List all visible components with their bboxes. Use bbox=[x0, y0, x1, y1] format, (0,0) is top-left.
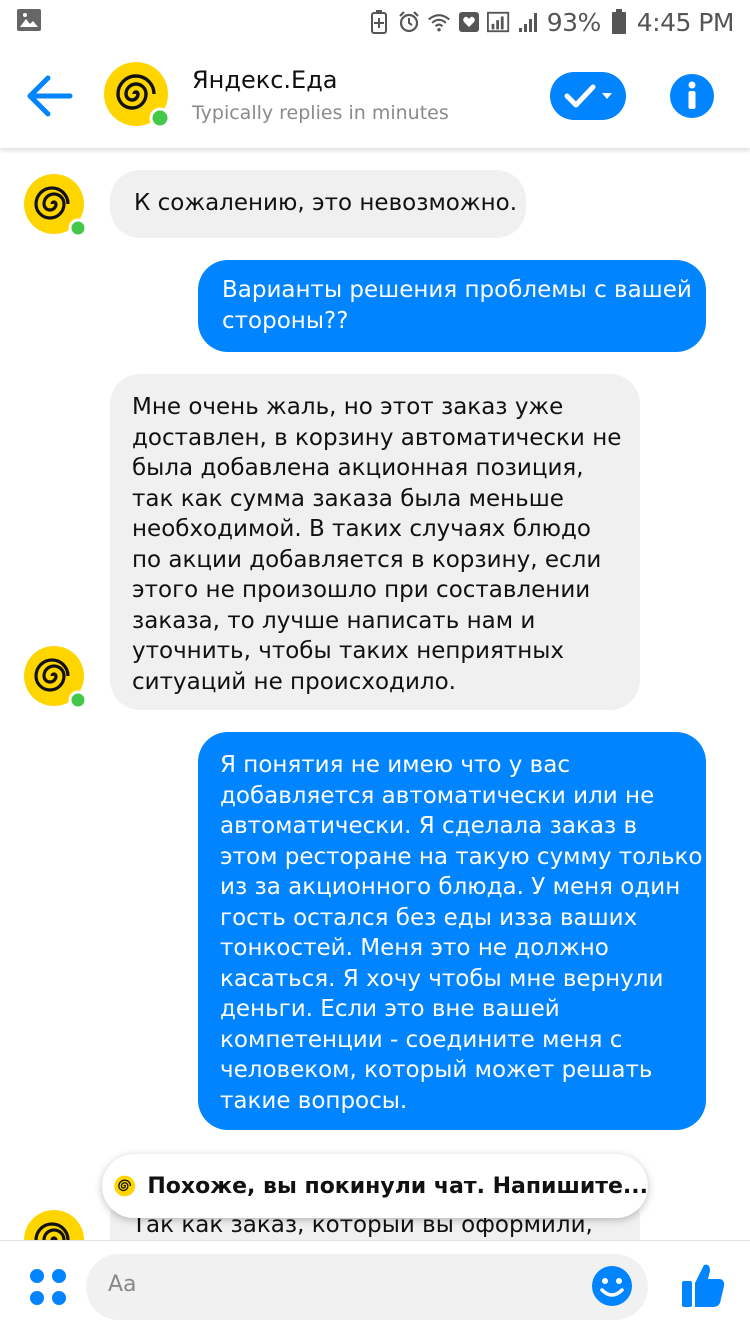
message-line: гость остался без еды изза ваших bbox=[220, 904, 638, 931]
checkmark-icon bbox=[564, 84, 596, 108]
yandex-eda-logo-icon bbox=[24, 646, 88, 710]
status-bar: 93% 4:45 PM bbox=[0, 0, 750, 44]
message-input[interactable]: Aa bbox=[86, 1254, 648, 1320]
message-line: тонкостей. Меня это не должно bbox=[220, 935, 609, 961]
like-button[interactable] bbox=[680, 1261, 726, 1309]
message-bubble-incoming[interactable]: К сожалению, это невозможно. bbox=[110, 170, 526, 238]
message-bubble-incoming[interactable]: Мне очень жаль, но этот заказ уже достав… bbox=[110, 374, 640, 710]
yandex-eda-avatar[interactable] bbox=[104, 62, 171, 129]
message-line: необходимой. В таких случаях блюдо bbox=[132, 516, 591, 542]
conversation-header: Яндекс.Еда Typically replies in minutes bbox=[0, 44, 750, 148]
message-line: этом ресторане на такую сумму только bbox=[220, 843, 703, 870]
message-line: человеком, который может решать bbox=[220, 1057, 653, 1083]
gallery-notification-icon bbox=[16, 8, 42, 32]
message-thread[interactable]: К сожалению, это невозможно. Варианты ре… bbox=[0, 148, 750, 1240]
online-indicator bbox=[149, 107, 171, 129]
apps-button[interactable] bbox=[28, 1267, 68, 1307]
message-line: автоматически. Я сделала заказ в bbox=[220, 813, 638, 839]
message-line: Я понятия не имею что у вас bbox=[220, 752, 570, 778]
bot-avatar[interactable] bbox=[22, 644, 88, 710]
smiley-icon bbox=[592, 1266, 632, 1306]
signal-bars-icon bbox=[517, 10, 541, 34]
message-line: Мне очень жаль, но этот заказ уже bbox=[132, 394, 564, 420]
left-chat-toast[interactable]: Похоже, вы покинули чат. Напишите... bbox=[102, 1154, 648, 1218]
wifi-icon bbox=[427, 10, 451, 34]
message-line: была добавлена акционная позиция, bbox=[132, 455, 584, 481]
message-line: доставлен, в корзину автоматически не bbox=[132, 424, 622, 451]
bot-avatar[interactable] bbox=[22, 172, 88, 238]
message-line: по акции добавляется в корзину, если bbox=[132, 546, 602, 573]
four-dots-icon bbox=[30, 1269, 66, 1305]
emoji-button[interactable] bbox=[590, 1264, 634, 1308]
message-composer: Aa bbox=[0, 1240, 750, 1333]
message-line: ситуаций не происходило. bbox=[132, 668, 456, 695]
message-line: компетенции - соедините меня с bbox=[220, 1026, 623, 1053]
clock: 4:45 PM bbox=[636, 7, 735, 37]
chevron-down-icon bbox=[602, 93, 612, 99]
yandex-eda-logo-icon bbox=[104, 62, 171, 129]
contact-name: Яндекс.Еда bbox=[192, 66, 338, 94]
battery-percent: 93% bbox=[546, 7, 602, 37]
alarm-icon bbox=[397, 10, 421, 34]
signal-icon bbox=[486, 10, 511, 34]
yandex-eda-logo-icon bbox=[114, 1175, 136, 1197]
battery-saver-icon bbox=[367, 10, 391, 34]
message-bubble-outgoing[interactable]: Я понятия не имею что у вас добавляется … bbox=[198, 732, 706, 1130]
message-input-placeholder: Aa bbox=[108, 1272, 137, 1297]
reply-time-status: Typically replies in minutes bbox=[192, 102, 449, 124]
message-line: заказа, то лучше написать нам и bbox=[132, 607, 536, 634]
message-line: деньги. Если это вне вашей bbox=[220, 996, 560, 1022]
message-line: так как сумма заказа была меньше bbox=[132, 485, 564, 512]
message-line: добавляется автоматически или не bbox=[220, 782, 655, 809]
thumbs-up-icon bbox=[682, 1264, 725, 1307]
message-line: уточнить, чтобы таких неприятных bbox=[132, 638, 565, 664]
bot-avatar[interactable] bbox=[22, 1208, 88, 1240]
message-line: касаться. Я хочу чтобы мне вернули bbox=[220, 965, 664, 992]
message-line: Варианты решения проблемы с вашей bbox=[222, 277, 692, 303]
battery-icon bbox=[607, 9, 631, 34]
info-button[interactable] bbox=[668, 72, 716, 120]
message-line: К сожалению, это невозможно. bbox=[134, 190, 518, 216]
message-line: этого не произошло при составлении bbox=[132, 577, 591, 603]
back-button[interactable] bbox=[26, 74, 76, 118]
message-line: из за акционного блюда. У меня один bbox=[220, 874, 681, 900]
info-icon bbox=[670, 74, 714, 118]
back-arrow-icon bbox=[27, 75, 73, 117]
yandex-eda-logo-icon bbox=[24, 1210, 84, 1240]
subscribe-toggle-button[interactable] bbox=[550, 72, 626, 120]
message-line: такие вопросы. bbox=[220, 1087, 408, 1114]
message-line: стороны?? bbox=[222, 307, 349, 334]
message-bubble-outgoing[interactable]: Варианты решения проблемы с вашей сторон… bbox=[198, 260, 706, 352]
favorite-icon bbox=[457, 10, 481, 34]
toast-text: Похоже, вы покинули чат. Напишите... bbox=[147, 1173, 648, 1199]
yandex-eda-logo-icon bbox=[24, 174, 88, 238]
